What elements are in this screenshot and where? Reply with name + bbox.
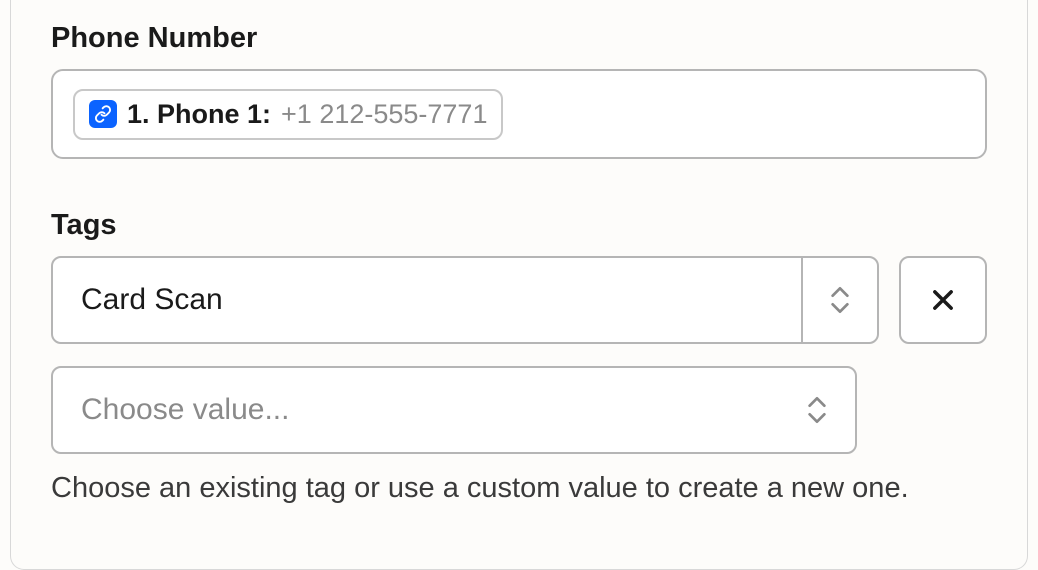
phone-token-label: 1. Phone 1: xyxy=(127,99,271,130)
remove-tag-button[interactable] xyxy=(899,256,987,344)
tag-add-placeholder: Choose value... xyxy=(53,368,779,452)
link-icon xyxy=(89,100,117,128)
chevron-up-icon xyxy=(829,285,851,299)
tag-select-value: Card Scan xyxy=(53,258,801,342)
form-panel: Phone Number 1. Phone 1: +1 212-555-7771… xyxy=(10,0,1028,570)
select-stepper-icon xyxy=(801,258,877,342)
chevron-down-icon xyxy=(806,411,828,425)
close-icon xyxy=(929,286,957,314)
tag-select[interactable]: Card Scan xyxy=(51,256,879,344)
tags-label: Tags xyxy=(51,209,987,242)
tags-selected-row: Card Scan xyxy=(51,256,987,344)
chevron-up-icon xyxy=(806,395,828,409)
phone-token[interactable]: 1. Phone 1: +1 212-555-7771 xyxy=(73,89,503,140)
tag-add-select[interactable]: Choose value... xyxy=(51,366,857,454)
phone-number-label: Phone Number xyxy=(51,22,987,55)
chevron-down-icon xyxy=(829,301,851,315)
phone-number-input[interactable]: 1. Phone 1: +1 212-555-7771 xyxy=(51,69,987,159)
tags-help-text: Choose an existing tag or use a custom v… xyxy=(51,472,987,505)
select-stepper-icon xyxy=(779,368,855,452)
phone-token-value: +1 212-555-7771 xyxy=(281,99,487,130)
